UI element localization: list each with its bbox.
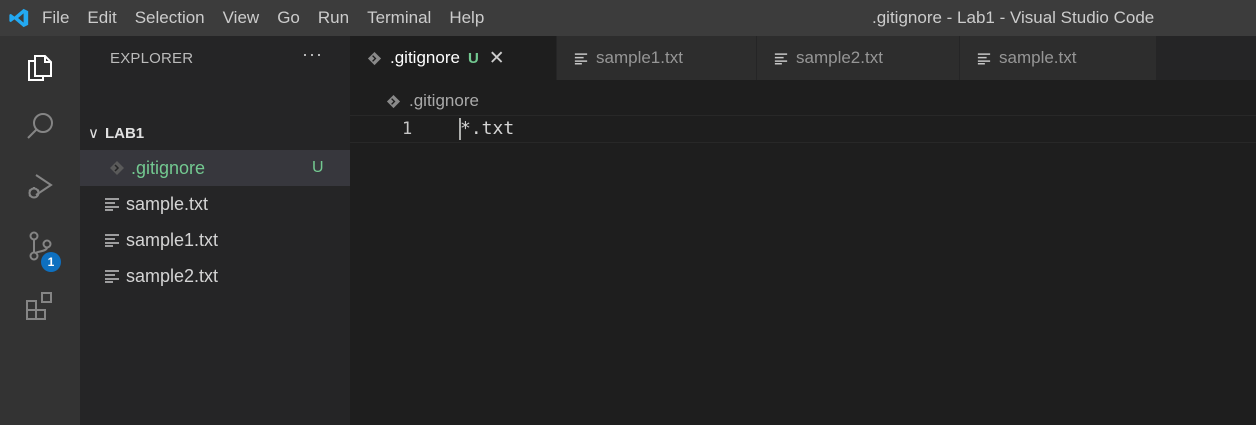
tab-gitignore[interactable]: .gitignore U ✕ <box>350 36 557 80</box>
explorer-sidebar: EXPLORER ··· ∨ LAB1 .gitignore U sample.… <box>80 36 350 425</box>
file-name: sample2.txt <box>126 265 219 286</box>
close-icon[interactable]: ✕ <box>489 47 505 70</box>
tab-sample1[interactable]: sample1.txt <box>557 36 757 80</box>
search-icon <box>24 110 56 142</box>
menu-help[interactable]: Help <box>440 0 493 36</box>
file-name: .gitignore <box>131 157 206 178</box>
extensions-icon <box>24 290 56 322</box>
text-file-icon <box>774 52 788 65</box>
editor-area[interactable]: .gitignore 1 *.txt <box>350 80 1256 425</box>
menu-file[interactable]: File <box>38 0 78 36</box>
explorer-icon <box>25 50 55 82</box>
folder-lab1[interactable]: ∨ LAB1 <box>80 116 350 150</box>
tab-sample2[interactable]: sample2.txt <box>757 36 960 80</box>
breadcrumb[interactable]: .gitignore <box>386 88 479 114</box>
text-file-icon <box>104 197 126 211</box>
text-file-icon <box>977 52 991 65</box>
vscode-logo-icon <box>0 0 38 36</box>
code-line[interactable]: *.txt <box>460 117 514 141</box>
sidebar-title: EXPLORER <box>110 49 194 67</box>
activity-source-control[interactable]: 1 <box>0 216 80 276</box>
gitignore-file-icon <box>386 94 401 109</box>
menu-edit[interactable]: Edit <box>78 0 125 36</box>
untracked-status: U <box>467 49 479 67</box>
file-item-gitignore[interactable]: .gitignore U <box>80 150 350 186</box>
text-file-icon <box>104 233 126 247</box>
run-debug-icon <box>24 170 56 202</box>
tab-label: sample1.txt <box>596 48 683 67</box>
file-item-sample2[interactable]: sample2.txt <box>80 258 350 294</box>
activity-search[interactable] <box>0 96 80 156</box>
menu-selection[interactable]: Selection <box>126 0 214 36</box>
window-title: .gitignore - Lab1 - Visual Studio Code <box>872 8 1155 27</box>
vscode-window: File Edit Selection View Go Run Terminal… <box>0 0 1256 425</box>
gitignore-file-icon <box>109 160 131 176</box>
tab-label: .gitignore <box>390 48 460 67</box>
gitignore-file-icon <box>367 51 382 66</box>
file-item-sample[interactable]: sample.txt <box>80 186 350 222</box>
chevron-down-icon: ∨ <box>88 125 99 142</box>
menu-run[interactable]: Run <box>309 0 358 36</box>
more-actions-button[interactable]: ··· <box>302 44 323 65</box>
tab-label: sample2.txt <box>796 48 883 67</box>
activity-bar: 1 <box>0 36 80 425</box>
activity-run-debug[interactable] <box>0 156 80 216</box>
menu-bar: File Edit Selection View Go Run Terminal… <box>38 0 493 36</box>
menu-go[interactable]: Go <box>268 0 309 36</box>
sidebar-header: EXPLORER ··· <box>80 36 350 80</box>
source-control-badge: 1 <box>41 252 61 272</box>
text-cursor <box>459 118 461 140</box>
text-file-icon <box>574 52 588 65</box>
activity-extensions[interactable] <box>0 276 80 336</box>
title-bar: File Edit Selection View Go Run Terminal… <box>0 0 1256 36</box>
menu-view[interactable]: View <box>214 0 269 36</box>
file-name: sample.txt <box>126 193 209 214</box>
text-file-icon <box>104 269 126 283</box>
untracked-status: U <box>312 159 324 176</box>
line-number: 1 <box>402 119 413 139</box>
file-name: sample1.txt <box>126 229 219 250</box>
activity-explorer[interactable] <box>0 36 80 96</box>
tab-sample[interactable]: sample.txt <box>960 36 1157 80</box>
editor-tabs: .gitignore U ✕ sample1.txt sample2.txt s… <box>350 36 1256 80</box>
tab-label: sample.txt <box>999 48 1077 67</box>
file-item-sample1[interactable]: sample1.txt <box>80 222 350 258</box>
menu-terminal[interactable]: Terminal <box>358 0 440 36</box>
breadcrumb-item: .gitignore <box>409 91 479 110</box>
folder-name: LAB1 <box>104 124 145 142</box>
